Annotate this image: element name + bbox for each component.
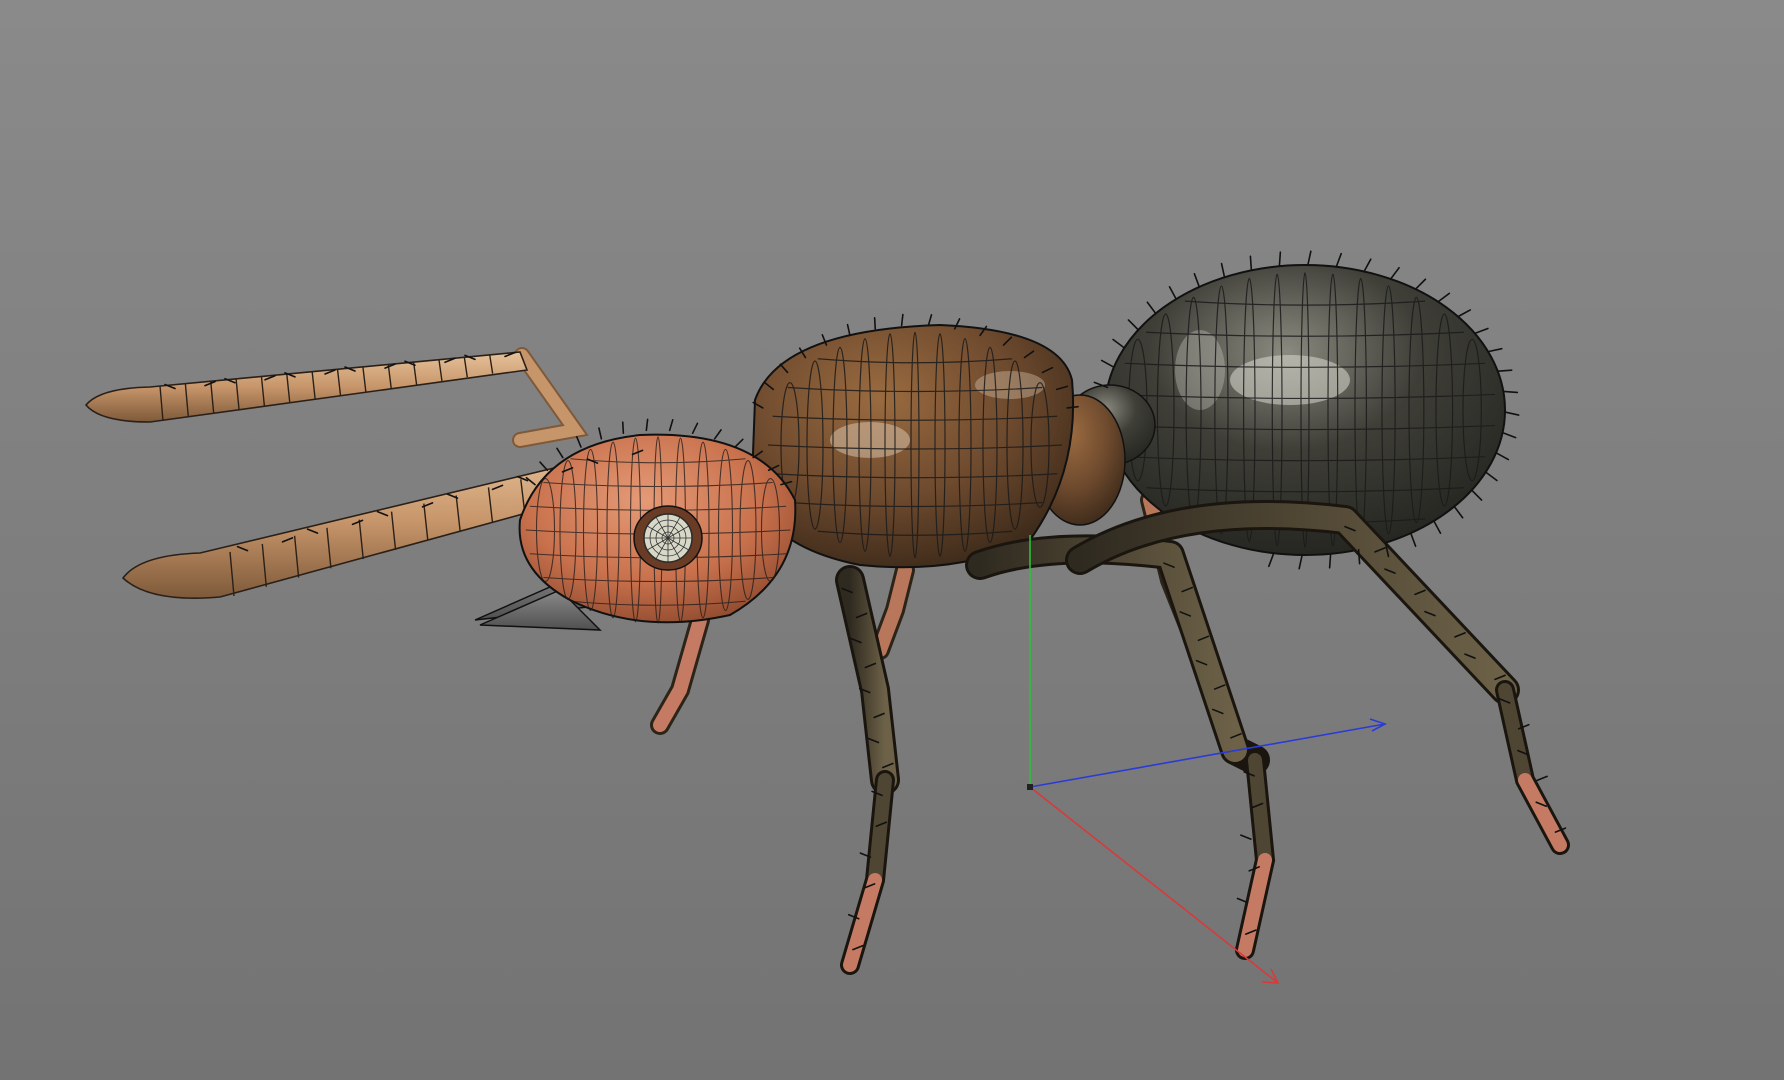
scene-canvas[interactable] (0, 0, 1784, 1080)
transform-gizmo[interactable] (1027, 535, 1388, 984)
gizmo-origin[interactable] (1027, 784, 1033, 790)
thorax-mesosoma[interactable] (750, 323, 1075, 569)
legs-near-side[interactable] (835, 500, 1570, 975)
3d-viewport[interactable] (0, 0, 1784, 1080)
antenna-upper[interactable] (84, 347, 589, 448)
gizmo-z-axis[interactable] (1029, 723, 1386, 788)
compound-eye (633, 505, 703, 571)
ant-head[interactable] (474, 433, 797, 631)
gizmo-x-axis[interactable] (1029, 786, 1279, 984)
